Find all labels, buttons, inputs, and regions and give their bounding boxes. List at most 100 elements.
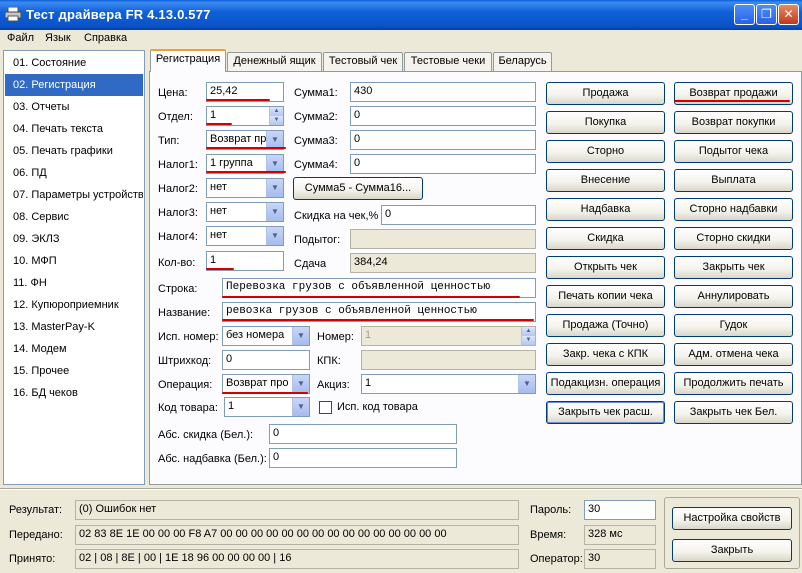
spin-up-icon[interactable]: ▲ (269, 107, 283, 116)
sum5-16-button[interactable]: Сумма5 - Сумма16... (293, 177, 423, 200)
menu-help[interactable]: Справка (84, 32, 127, 44)
nav-item-other[interactable]: 15. Прочее (5, 360, 143, 382)
chevron-down-icon[interactable]: ▼ (518, 375, 535, 393)
close-button[interactable]: Закрыть (672, 539, 792, 562)
nav-list[interactable]: 01. Состояние 02. Регистрация 03. Отчеты… (3, 50, 145, 485)
product-code-select[interactable]: 1 ▼ (224, 397, 310, 417)
tab-cash-drawer[interactable]: Денежный ящик (227, 52, 322, 71)
excise-label: Акциз: (317, 379, 350, 391)
tab-test-receipt[interactable]: Тестовый чек (323, 52, 403, 71)
dept-spin[interactable]: ▲ ▼ (269, 107, 283, 125)
beep-button[interactable]: Гудок (674, 314, 793, 337)
barcode-label: Штрихкод: (158, 355, 212, 367)
nav-item-print-graphics[interactable]: 05. Печать графики (5, 140, 143, 162)
use-product-code-label: Исп. код товара (337, 401, 418, 413)
chevron-down-icon[interactable]: ▼ (266, 179, 283, 197)
sale-exact-button[interactable]: Продажа (Точно) (546, 314, 665, 337)
nav-item-status[interactable]: 01. Состояние (5, 52, 143, 74)
nav-item-fn[interactable]: 11. ФН (5, 272, 143, 294)
use-number-label: Исп. номер: (158, 331, 219, 343)
sum1-input[interactable]: 430 (350, 82, 536, 102)
nav-item-bill-acceptor[interactable]: 12. Купюроприемник (5, 294, 143, 316)
cash-in-button[interactable]: Внесение (546, 169, 665, 192)
nav-item-registration[interactable]: 02. Регистрация (5, 74, 143, 96)
nav-item-receipts-db[interactable]: 16. БД чеков (5, 382, 143, 404)
abs-discount-input[interactable]: 0 (269, 424, 457, 444)
abs-discount-label: Абс. скидка (Бел.): (158, 429, 254, 441)
sale-button[interactable]: Продажа (546, 82, 665, 105)
spin-down-icon[interactable]: ▼ (269, 116, 283, 125)
subtotal-button[interactable]: Подытог чека (674, 140, 793, 163)
settings-button[interactable]: Настройка свойств (672, 507, 792, 530)
abs-markup-input[interactable]: 0 (269, 448, 457, 468)
nav-item-device-params[interactable]: 07. Параметры устройства (5, 184, 143, 206)
nav-item-eklz[interactable]: 09. ЭКЛЗ (5, 228, 143, 250)
storno-button[interactable]: Сторно (546, 140, 665, 163)
chevron-down-icon[interactable]: ▼ (292, 398, 309, 416)
chevron-down-icon[interactable]: ▼ (292, 375, 309, 393)
result-label: Результат: (9, 504, 63, 516)
chevron-down-icon[interactable]: ▼ (266, 203, 283, 221)
close-window-button[interactable]: ✕ (778, 4, 799, 25)
chevron-down-icon[interactable]: ▼ (266, 227, 283, 245)
number-stepper: 1 ▲ ▼ (361, 326, 536, 346)
excise-select[interactable]: 1 ▼ (361, 374, 536, 394)
menu-file[interactable]: Файл (7, 32, 34, 44)
nav-item-print-text[interactable]: 04. Печать текста (5, 118, 143, 140)
nav-item-masterpay[interactable]: 13. MasterPay-K (5, 316, 143, 338)
print-copy-button[interactable]: Печать копии чека (546, 285, 665, 308)
sent-label: Передано: (9, 529, 63, 541)
number-label: Номер: (317, 331, 354, 343)
sum4-input[interactable]: 0 (350, 154, 536, 174)
nav-item-reports[interactable]: 03. Отчеты (5, 96, 143, 118)
nav-item-modem[interactable]: 14. Модем (5, 338, 143, 360)
markup-button[interactable]: Надбавка (546, 198, 665, 221)
cancel-receipt-button[interactable]: Аннулировать (674, 285, 793, 308)
maximize-button[interactable]: ❐ (756, 4, 777, 25)
tax4-label: Налог4: (158, 231, 198, 243)
storno-discount-button[interactable]: Сторно скидки (674, 227, 793, 250)
close-receipt-ext-button[interactable]: Закрыть чек расш. (546, 401, 665, 424)
tax2-select[interactable]: нет ▼ (206, 178, 284, 198)
sum2-input[interactable]: 0 (350, 106, 536, 126)
tab-belarus[interactable]: Беларусь (493, 52, 552, 71)
return-purchase-button[interactable]: Возврат покупки (674, 111, 793, 134)
use-product-code-checkbox[interactable] (319, 401, 332, 414)
operation-select[interactable]: Возврат про ▼ (222, 374, 310, 394)
storno-markup-button[interactable]: Сторно надбавки (674, 198, 793, 221)
nav-item-service[interactable]: 08. Сервис (5, 206, 143, 228)
password-input[interactable]: 30 (584, 500, 656, 520)
excise-operation-button[interactable]: Подакцизн. операция (546, 372, 665, 395)
tab-test-receipts[interactable]: Тестовые чеки (404, 52, 492, 71)
tax3-select[interactable]: нет ▼ (206, 202, 284, 222)
string-input[interactable]: Перевозка грузов с объявленной ценностью (222, 278, 536, 298)
close-with-kpk-button[interactable]: Закр. чека с КПК (546, 343, 665, 366)
window-title: Тест драйвера FR 4.13.0.577 (26, 7, 211, 22)
use-number-select[interactable]: без номера ▼ (222, 326, 310, 346)
close-receipt-bel-button[interactable]: Закрыть чек Бел. (674, 401, 793, 424)
purchase-button[interactable]: Покупка (546, 111, 665, 134)
subtotal-field (350, 229, 536, 249)
continue-print-button[interactable]: Продолжить печать (674, 372, 793, 395)
tax4-select[interactable]: нет ▼ (206, 226, 284, 246)
tab-registration[interactable]: Регистрация (150, 49, 226, 72)
open-receipt-button[interactable]: Открыть чек (546, 256, 665, 279)
title-bar[interactable]: Тест драйвера FR 4.13.0.577 _ ❐ ✕ (0, 0, 802, 30)
annotation-underline (206, 171, 286, 173)
menu-language[interactable]: Язык (45, 32, 71, 44)
nav-item-mfp[interactable]: 10. МФП (5, 250, 143, 272)
admin-cancel-button[interactable]: Адм. отмена чека (674, 343, 793, 366)
discount-button[interactable]: Скидка (546, 227, 665, 250)
discount-input[interactable]: 0 (381, 205, 536, 225)
cash-out-button[interactable]: Выплата (674, 169, 793, 192)
sum3-input[interactable]: 0 (350, 130, 536, 150)
close-receipt-button[interactable]: Закрыть чек (674, 256, 793, 279)
barcode-input[interactable]: 0 (222, 350, 310, 370)
chevron-down-icon[interactable]: ▼ (292, 327, 309, 345)
annotation-underline (206, 147, 286, 149)
dept-value: 1 (210, 109, 217, 121)
minimize-button[interactable]: _ (734, 4, 755, 25)
change-field: 384,24 (350, 253, 536, 273)
nav-item-pd[interactable]: 06. ПД (5, 162, 143, 184)
number-spin: ▲ ▼ (521, 327, 535, 345)
